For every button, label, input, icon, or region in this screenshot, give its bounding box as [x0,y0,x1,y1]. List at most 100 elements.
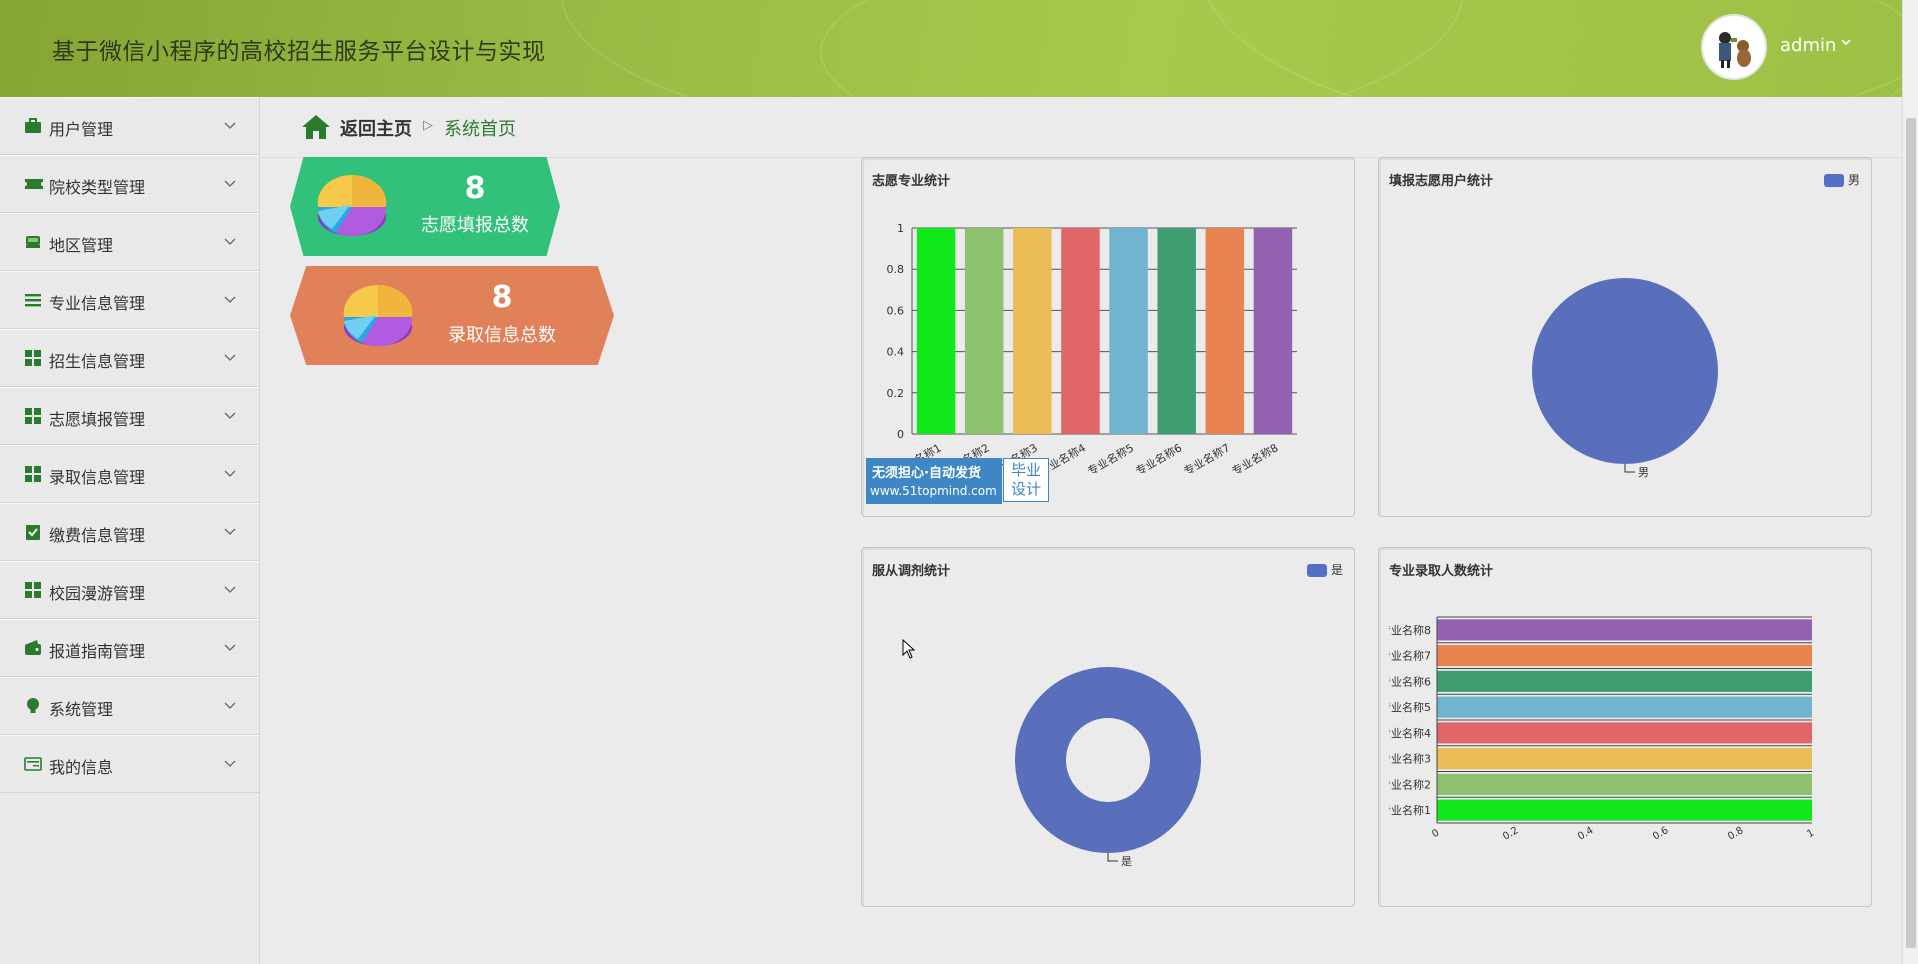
sidebar-item-label: 用户管理 [49,120,114,139]
label-line [1107,853,1118,862]
bar [1437,748,1812,770]
chevron-down-icon [224,754,236,767]
sidebar-item-my-info[interactable]: 我的信息 [0,735,259,793]
x-tick-label: 专业名称8 [1229,440,1280,478]
stat-card-applications: 8 志愿填报总数 [290,157,560,256]
bar [964,228,1004,434]
chevron-down-icon [224,174,236,187]
y-tick-label: 0 [897,428,904,441]
chevron-down-icon [224,406,236,419]
y-tick-label: 专业名称2 [1380,777,1431,791]
app-title: 基于微信小程序的高校招生服务平台设计与实现 [52,39,546,65]
chart-panel-adjustment: 服从调剂统计 是 是 [861,547,1355,907]
sidebar-item-majors[interactable]: 专业信息管理 [0,271,259,329]
bar [1437,722,1812,744]
avatar[interactable] [1701,14,1767,80]
user-name[interactable]: admin [1780,35,1836,56]
x-tick-label: 专业名称7 [1181,440,1232,478]
sidebar-item-users[interactable]: 用户管理 [0,97,259,155]
y-tick-label: 1 [897,222,904,235]
chevron-down-icon [224,464,236,477]
chevron-down-icon [224,580,236,593]
chevron-down-icon [224,696,236,709]
sidebar-item-campus-tour[interactable]: 校园漫游管理 [0,561,259,619]
stat-value: 8 [491,280,513,315]
y-tick-label: 专业名称8 [1380,623,1431,637]
bar [1437,799,1812,821]
bar [1013,228,1052,434]
x-tick-label: 0 [1430,827,1441,840]
chevron-down-icon [224,638,236,651]
top-header: 基于微信小程序的高校招生服务平台设计与实现 admin [0,0,1902,97]
y-tick-label: 0.4 [887,346,905,359]
chevron-down-icon[interactable] [1840,36,1852,52]
y-tick-label: 专业名称1 [1380,803,1431,817]
x-tick-label: 0.8 [1726,825,1745,842]
donut-chart: 是 [1015,667,1201,868]
sidebar-item-admissions[interactable]: 录取信息管理 [0,445,259,503]
bar [916,228,956,434]
sidebar-item-label: 系统管理 [49,700,114,719]
clipboard-check-icon [24,523,42,541]
bar [1437,619,1812,641]
sidebar-item-label: 专业信息管理 [49,294,146,313]
list-icon [24,291,42,309]
grid-icon [24,349,42,367]
pie-slice [1532,278,1718,464]
bar [1437,670,1812,692]
breadcrumb-home-link[interactable]: 返回主页 [340,115,412,141]
breadcrumb-separator: ▷ [423,118,433,133]
sidebar-item-label: 录取信息管理 [49,468,146,487]
sidebar-item-regions[interactable]: 地区管理 [0,213,259,271]
donut-slice [1015,667,1201,853]
avatar-image [1703,16,1765,78]
sidebar-item-label: 志愿填报管理 [49,410,146,429]
label-line [1624,464,1635,473]
id-card-icon [24,755,42,773]
grid-icon [24,581,42,599]
x-tick-label: 专业名称5 [1085,440,1136,478]
y-tick-label: 专业名称4 [1380,726,1431,740]
scrollbar-thumb[interactable] [1906,118,1916,948]
y-tick-label: 专业名称7 [1380,649,1431,663]
home-icon[interactable] [301,114,331,144]
mouse-cursor-icon [902,638,916,663]
ticket-icon [24,175,43,193]
sidebar-item-payments[interactable]: 缴费信息管理 [0,503,259,561]
sidebar-item-label: 我的信息 [49,758,114,777]
watermark-line2: www.51topmind.com [870,484,997,498]
stat-label: 志愿填报总数 [421,215,529,236]
sidebar-item-report-guide[interactable]: 报道指南管理 [0,619,259,677]
pie-label: 男 [1638,466,1649,479]
y-tick-label: 专业名称6 [1380,674,1431,688]
chevron-down-icon [224,232,236,245]
sidebar-item-applications[interactable]: 志愿填报管理 [0,387,259,445]
briefcase-icon [24,117,42,135]
bar [1109,228,1148,434]
sidebar-item-school-types[interactable]: 院校类型管理 [0,155,259,213]
sidebar-item-system[interactable]: 系统管理 [0,677,259,735]
sidebar-item-enrollment[interactable]: 招生信息管理 [0,329,259,387]
bar [1437,696,1812,718]
bar [1437,645,1812,667]
bar [1205,228,1245,434]
bar [1157,228,1196,434]
wallet-icon [24,639,42,657]
chart-panel-admission-count: 专业录取人数统计 专业名称1 专业名称2 专业名称3 专业名称4 专业名称5 专业名称6 专… [1378,547,1872,907]
x-tick-label: 0.4 [1576,825,1595,842]
bar [1437,773,1812,795]
stat-label: 录取信息总数 [448,325,556,346]
sidebar-item-label: 缴费信息管理 [49,526,146,545]
bulb-icon [24,697,42,715]
bar [1061,228,1100,434]
x-tick-label: 0.2 [1501,825,1520,842]
sidebar-item-label: 招生信息管理 [49,352,146,371]
pie-chart-icon [314,171,390,245]
sidebar-item-label: 院校类型管理 [49,178,146,197]
truck-icon [24,233,42,251]
sidebar-item-label: 地区管理 [49,236,114,255]
y-tick-label: 0.6 [887,304,905,317]
watermark-badge: 无须担心·自动发货 www.51topmind.com 毕业 设计 [866,458,1049,504]
y-tick-label: 专业名称5 [1380,700,1431,714]
page-scrollbar[interactable] [1902,0,1918,964]
